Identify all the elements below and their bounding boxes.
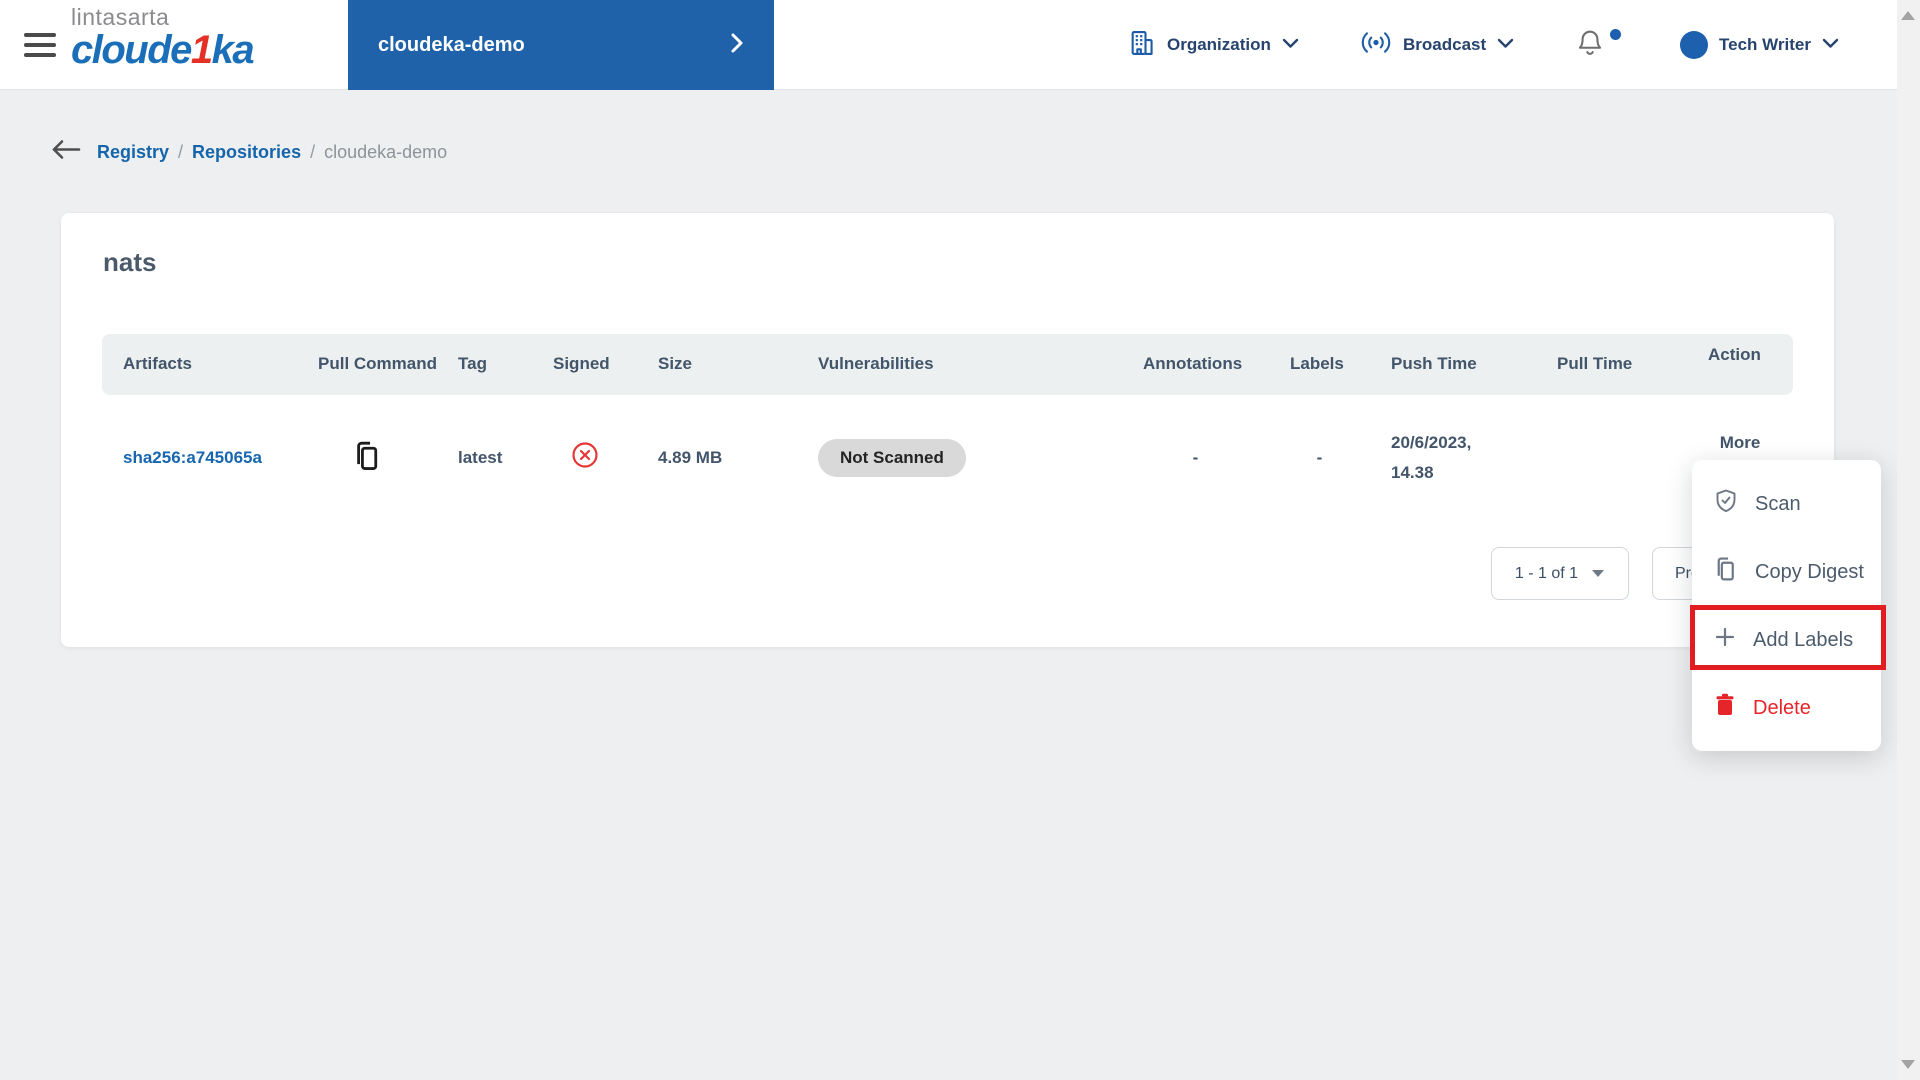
trash-icon [1714,693,1736,723]
column-header-size: Size [658,354,693,374]
add-labels-highlight-box [1690,605,1886,670]
bell-icon [1576,28,1604,63]
logo-lintasarta-text: lintasarta [71,4,170,30]
project-tab[interactable]: cloudeka-demo [348,0,774,90]
repository-title: nats [103,247,157,277]
app-header: lintasarta cloude1ka cloudeka-demo Organ… [0,0,1897,90]
notification-dot-badge [1610,29,1621,40]
table-row: sha256:a745065a latest 4.89 MB Not Scann… [102,395,1793,520]
breadcrumb-current-page: cloudeka-demo [324,141,448,162]
column-header-artifacts: Artifacts [123,354,192,374]
user-menu[interactable]: Tech Writer [1680,0,1839,90]
chevron-right-icon [730,32,744,59]
labels-cell: - [1316,447,1323,467]
page-scrollbar[interactable] [1897,0,1920,1080]
broadcast-dropdown[interactable]: Broadcast [1360,0,1514,90]
column-header-pull-time: Pull Time [1557,354,1633,374]
logo-cloudeka-text: cloude1ka [71,28,255,72]
menu-item-delete[interactable]: Delete [1692,674,1881,742]
column-header-signed: Signed [553,354,610,374]
column-header-labels: Labels [1290,354,1344,374]
column-header-vulnerabilities: Vulnerabilities [818,354,934,374]
user-name: Tech Writer [1719,35,1811,54]
menu-item-copy-digest[interactable]: Copy Digest [1692,538,1881,606]
chevron-down-icon [1497,36,1514,54]
notifications-button[interactable] [1576,0,1626,90]
back-arrow-icon[interactable] [49,138,82,166]
column-header-action: Action [1708,345,1761,364]
artifacts-table-header: Artifacts Pull Command Tag Signed Size V… [102,334,1793,395]
organization-dropdown[interactable]: Organization [1128,0,1299,90]
tag-cell: latest [458,447,503,467]
copy-icon [1714,556,1738,589]
artifact-digest-link[interactable]: sha256:a745065a [123,448,262,467]
hamburger-menu-icon[interactable] [24,33,56,57]
project-tab-label: cloudeka-demo [378,33,525,56]
column-header-pull-command: Pull Command [318,354,438,374]
signed-cell [532,440,637,475]
column-header-push-time: Push Time [1391,354,1477,374]
not-signed-icon [570,442,600,474]
menu-item-label: Copy Digest [1755,560,1864,583]
cloudeka-logo[interactable]: lintasarta cloude1ka [71,4,255,72]
scrollbar-down-arrow-icon[interactable] [1901,1060,1915,1069]
push-time-cell: 20/6/2023, 14.38 [1391,432,1472,482]
registry-artifact-page: lintasarta cloude1ka cloudeka-demo Organ… [0,0,1920,1080]
copy-pull-command-icon[interactable] [353,440,382,476]
breadcrumb-registry[interactable]: Registry [97,142,169,163]
column-header-tag: Tag [458,354,487,374]
menu-item-label: Delete [1753,696,1811,719]
scrollbar-up-arrow-icon[interactable] [1901,11,1915,20]
avatar [1680,31,1708,59]
building-icon [1128,29,1156,62]
breadcrumb-separator: / [178,141,184,162]
more-actions-button[interactable]: More [1687,433,1793,453]
broadcast-label: Broadcast [1403,35,1487,54]
column-header-annotations: Annotations [1143,354,1243,374]
pagination-range-select[interactable]: 1 - 1 of 1 [1491,547,1629,600]
annotations-cell: - [1192,447,1199,467]
shield-check-icon [1714,488,1738,520]
menu-item-label: Scan [1755,492,1801,515]
pagination-range-label: 1 - 1 of 1 [1514,564,1579,582]
organization-label: Organization [1167,35,1271,54]
breadcrumb: Registry / Repositories / cloudeka-demo [49,138,447,166]
breadcrumb-separator: / [310,141,316,162]
chevron-down-icon [1822,36,1839,54]
size-cell: 4.89 MB [658,447,723,467]
chevron-down-icon [1282,36,1299,54]
breadcrumb-items: Registry / Repositories / cloudeka-demo [97,142,447,163]
repository-card: nats Artifacts Pull Command Tag Signed S… [61,213,1834,647]
menu-item-scan[interactable]: Scan [1692,470,1881,538]
breadcrumb-repositories[interactable]: Repositories [192,142,301,163]
vulnerability-status-badge: Not Scanned [818,438,966,477]
broadcast-icon [1360,29,1392,61]
caret-down-icon [1591,565,1605,583]
